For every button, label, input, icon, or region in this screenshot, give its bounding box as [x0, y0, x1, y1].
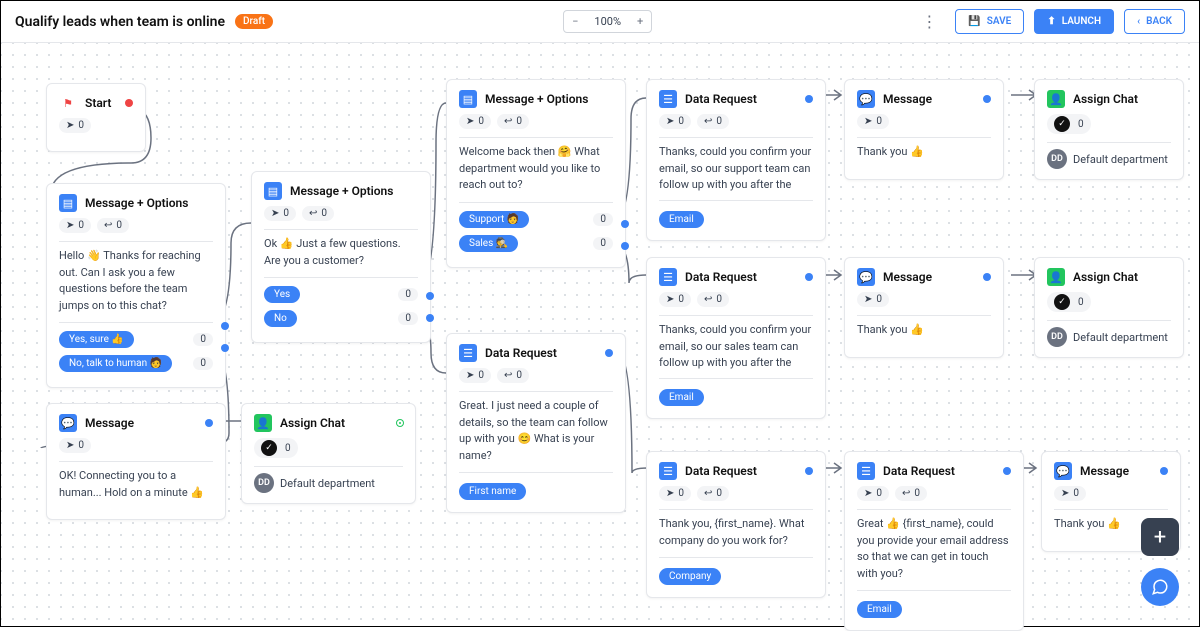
zoom-in-button[interactable]: +	[629, 11, 651, 32]
node-data-request-1[interactable]: ☰Data Request ➤ 0↩ 0 Great. I just need …	[446, 333, 626, 513]
node-message-3[interactable]: 💬Message ➤ 0 Thank you 👍	[844, 257, 1004, 358]
node-assign-chat-1[interactable]: 👤Assign Chat ✓0 DDDefault department	[241, 403, 416, 504]
zoom-level: 100%	[586, 11, 629, 32]
assign-icon: 👤	[254, 414, 272, 432]
launch-icon: ⬆	[1047, 16, 1055, 27]
assign-icon: 👤	[1047, 90, 1065, 108]
zoom-out-button[interactable]: −	[564, 11, 586, 32]
page-title: Qualify leads when team is online	[15, 14, 225, 30]
data-icon: ☰	[659, 462, 677, 480]
department-avatar: DD	[1047, 327, 1067, 347]
chat-widget-button[interactable]	[1141, 568, 1179, 606]
output-port[interactable]	[205, 419, 213, 427]
message-options-icon: ▤	[59, 194, 77, 212]
data-icon: ☰	[659, 268, 677, 286]
save-icon: 💾	[968, 16, 980, 27]
status-badge: Draft	[235, 14, 273, 29]
output-port[interactable]	[426, 314, 434, 322]
node-data-request-4[interactable]: ☰Data Request ➤ 0↩ 0 Thank you, {first_n…	[646, 451, 826, 598]
output-port[interactable]	[805, 467, 813, 475]
data-icon: ☰	[659, 90, 677, 108]
send-icon: ➤	[66, 120, 74, 131]
save-button[interactable]: 💾 SAVE	[955, 9, 1024, 34]
output-port[interactable]	[221, 344, 229, 352]
output-port[interactable]	[397, 420, 403, 426]
node-assign-chat-3[interactable]: 👤Assign Chat ✓0 DDDefault department	[1034, 257, 1184, 358]
output-port[interactable]	[605, 349, 613, 357]
output-port[interactable]	[805, 95, 813, 103]
output-port[interactable]	[426, 292, 434, 300]
node-message-options-2[interactable]: ▤Message + Options ➤ 0↩ 0 Ok 👍 Just a fe…	[251, 171, 431, 343]
flow-canvas[interactable]: ⚑ Start ➤0 ▤Message + Options ➤ 0↩ 0 Hel…	[1, 43, 1199, 626]
message-icon: 💬	[857, 90, 875, 108]
message-icon: 💬	[1054, 462, 1072, 480]
node-message-options-3[interactable]: ▤Message + Options ➤ 0↩ 0 Welcome back t…	[446, 79, 626, 268]
flag-icon: ⚑	[59, 94, 77, 112]
output-port[interactable]	[221, 322, 229, 330]
node-message-1[interactable]: 💬Message ➤ 0 OK! Connecting you to a hum…	[46, 403, 226, 520]
message-options-icon: ▤	[264, 182, 282, 200]
output-port[interactable]	[621, 220, 629, 228]
output-port[interactable]	[1160, 467, 1168, 475]
launch-button[interactable]: ⬆ LAUNCH	[1034, 9, 1114, 34]
data-icon: ☰	[857, 462, 875, 480]
node-start[interactable]: ⚑ Start ➤0	[46, 83, 146, 152]
node-data-request-2[interactable]: ☰Data Request ➤ 0↩ 0 Thanks, could you c…	[646, 79, 826, 241]
message-options-icon: ▤	[459, 90, 477, 108]
department-avatar: DD	[1047, 149, 1067, 169]
department-avatar: DD	[254, 473, 274, 493]
node-data-request-5[interactable]: ☰Data Request ➤ 0↩ 0 Great 👍 {first_name…	[844, 451, 1024, 631]
header: Qualify leads when team is online Draft …	[1, 1, 1199, 43]
output-port[interactable]	[621, 242, 629, 250]
data-icon: ☰	[459, 344, 477, 362]
output-port[interactable]	[983, 95, 991, 103]
message-icon: 💬	[857, 268, 875, 286]
node-message-options-1[interactable]: ▤Message + Options ➤ 0↩ 0 Hello 👋 Thanks…	[46, 183, 226, 388]
back-button[interactable]: ‹ BACK	[1124, 9, 1185, 34]
output-port[interactable]	[1003, 467, 1011, 475]
node-message-2[interactable]: 💬Message ➤ 0 Thank you 👍	[844, 79, 1004, 180]
more-menu-icon[interactable]: ⋮	[913, 12, 945, 31]
chevron-left-icon: ‹	[1137, 16, 1140, 27]
output-port[interactable]	[983, 273, 991, 281]
assign-icon: 👤	[1047, 268, 1065, 286]
message-icon: 💬	[59, 414, 77, 432]
node-data-request-3[interactable]: ☰Data Request ➤ 0↩ 0 Thanks, could you c…	[646, 257, 826, 419]
add-node-button[interactable]: +	[1141, 518, 1179, 556]
output-port[interactable]	[125, 99, 133, 107]
node-assign-chat-2[interactable]: 👤Assign Chat ✓0 DDDefault department	[1034, 79, 1184, 180]
zoom-control: − 100% +	[563, 10, 652, 33]
output-port[interactable]	[805, 273, 813, 281]
